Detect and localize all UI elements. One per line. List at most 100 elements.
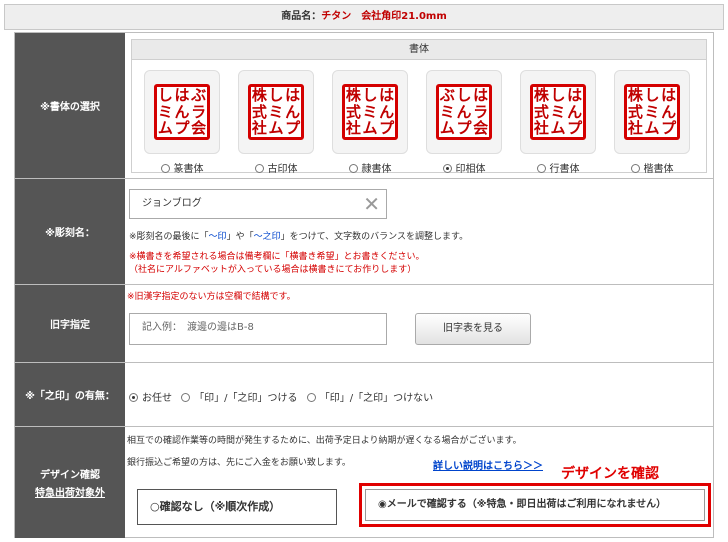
font-name: 楷書体 [643, 164, 674, 175]
engraving-note-2: ※横書きを希望される場合は備考欄に「横書き希望」とお書きください。 [129, 252, 425, 262]
stamp-char: 会 [191, 119, 207, 138]
stamp-char: ミ [268, 102, 284, 121]
font-option[interactable]: 株しは式ミん社ムプ古印体 [234, 70, 318, 175]
stamp-preview-card[interactable]: 株しは式ミん社ムプ [332, 70, 408, 154]
radio-icon[interactable] [254, 164, 264, 173]
stamp-char: ミ [439, 102, 455, 121]
font-option[interactable]: 株しは式ミん社ムプ楷書体 [610, 70, 694, 175]
font-option-label[interactable]: 隷書体 [328, 160, 412, 175]
stamp-char: プ [456, 119, 472, 138]
old-char-table-button[interactable]: 旧字表を見る [415, 313, 531, 345]
old-char-input[interactable]: 記入例： 渡邊の邊はB-8 [129, 313, 387, 345]
noshirushi-option-without-label: 「印」/「之印」つけない [319, 393, 434, 404]
suffix-in-link[interactable]: ～印 [209, 232, 227, 242]
font-box: 書体 しはぶミんラムプ会篆書体株しは式ミん社ムプ古印体株しは式ミん社ムプ隷書体ぶ… [131, 39, 707, 175]
stamp-preview-icon: ぶしはミんラムプ会 [436, 84, 492, 140]
noshirushi-option-without[interactable]: 「印」/「之印」つけない [306, 393, 434, 404]
stamp-char: は [379, 86, 395, 104]
stamp-char: は [661, 86, 677, 104]
font-option[interactable]: 株しは式ミん社ムプ隷書体 [328, 70, 412, 175]
stamp-char: ぶ [439, 86, 455, 104]
stamp-char: ム [644, 119, 660, 138]
stamp-char: 会 [473, 119, 489, 138]
stamp-char: 株 [533, 86, 549, 104]
font-cell: 書体 しはぶミんラムプ会篆書体株しは式ミん社ムプ古印体株しは式ミん社ムプ隷書体ぶ… [125, 33, 713, 178]
stamp-char: ラ [473, 102, 489, 121]
stamp-char: ん [456, 102, 472, 121]
stamp-preview-card[interactable]: ぶしはミんラムプ会 [426, 70, 502, 154]
font-row: ※書体の選択 書体 しはぶミんラムプ会篆書体株しは式ミん社ムプ古印体株しは式ミん… [15, 33, 713, 179]
stamp-char: は [174, 86, 190, 104]
stamp-char: 株 [251, 86, 267, 104]
suffix-noin-link[interactable]: ～之印 [254, 232, 281, 242]
clear-icon[interactable]: ✕ [363, 193, 380, 215]
stamp-char: ん [661, 102, 677, 121]
stamp-char: プ [174, 119, 190, 138]
font-option-label[interactable]: 篆書体 [140, 160, 224, 175]
stamp-char: ム [268, 119, 284, 138]
stamp-preview-card[interactable]: 株しは式ミん社ムプ [238, 70, 314, 154]
old-char-cell: ※旧漢字指定のない方は空欄で結構です。 記入例： 渡邊の邊はB-8 旧字表を見る [125, 285, 713, 362]
stamp-char: は [567, 86, 583, 104]
stamp-preview-card[interactable]: しはぶミんラムプ会 [144, 70, 220, 154]
font-name: 篆書体 [173, 164, 204, 175]
stamp-char: ん [567, 102, 583, 121]
radio-icon[interactable] [536, 164, 546, 173]
stamp-preview-icon: しはぶミんラムプ会 [154, 84, 210, 140]
old-char-placeholder: 記入例： 渡邊の邊はB-8 [142, 322, 254, 333]
design-option-mail[interactable]: ◉メールで確認する（※特急・即日出荷はご利用になれません） [365, 489, 705, 521]
noshirushi-option-with[interactable]: 「印」/「之印」つける [181, 393, 298, 404]
stamp-char: ん [379, 102, 395, 121]
font-option[interactable]: しはぶミんラムプ会篆書体 [140, 70, 224, 175]
engraving-note-1c: 」や「 [226, 232, 254, 242]
stamp-char: し [456, 86, 472, 104]
radio-icon[interactable] [630, 164, 640, 173]
radio-icon[interactable] [160, 164, 170, 173]
noshirushi-option-auto[interactable]: お任せ [129, 393, 172, 404]
engraving-input[interactable]: ジョンブログ ✕ [129, 189, 387, 219]
design-annotation: デザインを確認 [561, 466, 659, 482]
stamp-char: ム [550, 119, 566, 138]
radio-icon[interactable] [348, 164, 358, 173]
stamp-preview-card[interactable]: 株しは式ミん社ムプ [614, 70, 690, 154]
font-option-label[interactable]: 行書体 [516, 160, 600, 175]
details-link[interactable]: 詳しい説明はこちら＞＞ [433, 457, 543, 472]
font-name: 印相体 [455, 164, 486, 175]
font-option[interactable]: 株しは式ミん社ムプ行書体 [516, 70, 600, 175]
order-form-table: ※書体の選択 書体 しはぶミんラムプ会篆書体株しは式ミん社ムプ古印体株しは式ミん… [14, 32, 714, 538]
engraving-note-1a: ※彫刻名の最後に「 [129, 232, 209, 242]
noshirushi-label-text: ※「之印」の有無： [25, 391, 115, 402]
stamp-char: 株 [627, 86, 643, 104]
font-option-label[interactable]: 楷書体 [610, 160, 694, 175]
old-char-note: ※旧漢字指定のない方は空欄で結構です。 [127, 292, 296, 302]
stamp-char: ラ [191, 102, 207, 121]
product-name: チタン 会社角印21.0mm [321, 11, 447, 22]
font-option-label[interactable]: 古印体 [234, 160, 318, 175]
font-box-header: 書体 [132, 40, 706, 60]
stamp-char: ミ [550, 102, 566, 121]
noshirushi-row: ※「之印」の有無： お任せ 「印」/「之印」つける 「印」/「之印」つけない [15, 363, 713, 427]
engraving-note-1e: 」をつけて、文字数のバランスを調整します。 [280, 232, 469, 242]
stamp-preview-card[interactable]: 株しは式ミん社ムプ [520, 70, 596, 154]
engraving-cell: ジョンブログ ✕ ※彫刻名の最後に「～印」や「～之印」をつけて、文字数のバランス… [125, 179, 713, 284]
font-option-label[interactable]: 印相体 [422, 160, 506, 175]
engraving-row: ※彫刻名： ジョンブログ ✕ ※彫刻名の最後に「～印」や「～之印」をつけて、文字… [15, 179, 713, 285]
stamp-char: ム [362, 119, 378, 138]
font-option[interactable]: ぶしはミんラムプ会印相体 [422, 70, 506, 175]
stamp-char: ミ [362, 102, 378, 121]
font-name: 隷書体 [361, 164, 392, 175]
stamp-char: し [644, 86, 660, 104]
design-row-label: デザイン確認 特急出荷対象外 [15, 427, 125, 538]
stamp-preview-icon: 株しは式ミん社ムプ [342, 84, 398, 140]
font-row-label: ※書体の選択 [15, 33, 125, 178]
stamp-char: 式 [345, 102, 361, 121]
stamp-char: ミ [157, 102, 173, 121]
radio-icon[interactable] [442, 164, 452, 173]
design-option-none[interactable]: ○確認なし（※順次作成） [137, 489, 337, 525]
stamp-preview-icon: 株しは式ミん社ムプ [530, 84, 586, 140]
stamp-char: は [285, 86, 301, 104]
engraving-row-label: ※彫刻名： [15, 179, 125, 284]
stamp-char: プ [285, 119, 301, 138]
stamp-char: ん [285, 102, 301, 121]
stamp-char: ん [174, 102, 190, 121]
